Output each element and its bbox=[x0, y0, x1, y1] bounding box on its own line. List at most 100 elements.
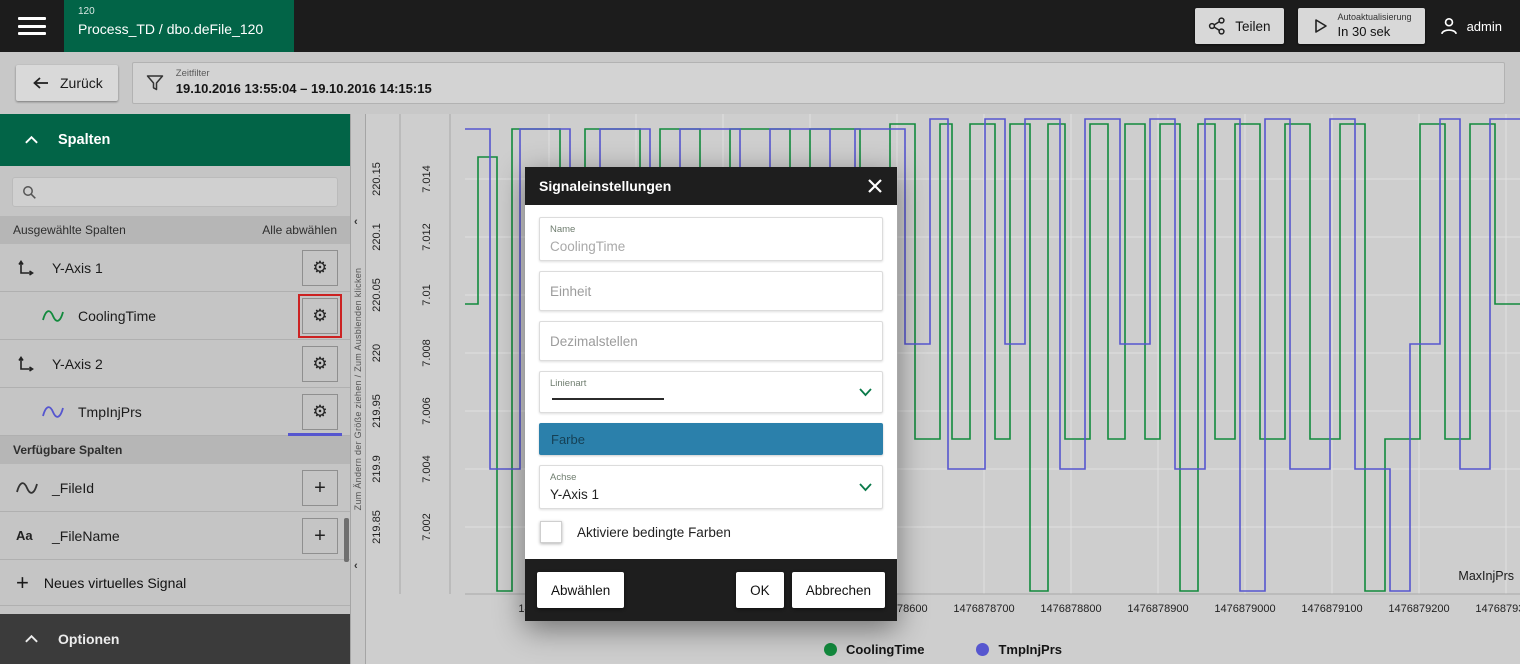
selected-columns-header: Ausgewählte Spalten Alle abwählen bbox=[0, 216, 350, 244]
options-label: Optionen bbox=[58, 631, 119, 647]
sidebar-section-spalten[interactable]: Spalten bbox=[0, 114, 350, 166]
collapse-arrow-icon: ‹ bbox=[354, 560, 358, 572]
y-tick-label: 7.01 bbox=[421, 284, 433, 305]
ok-button[interactable]: OK bbox=[736, 572, 784, 608]
add-fileid-button[interactable]: + bbox=[302, 470, 338, 506]
sidebar-header-label: Spalten bbox=[58, 132, 110, 148]
autorefresh-interval: In 30 sek bbox=[1338, 24, 1391, 40]
signal-wave-icon bbox=[42, 403, 68, 421]
highlight-red-box: ⚙ bbox=[298, 294, 342, 338]
einheit-field bbox=[539, 271, 883, 311]
dezimalstellen-field bbox=[539, 321, 883, 361]
right-axis-label: MaxInjPrs bbox=[1458, 569, 1514, 583]
y-tick-label: 7.008 bbox=[421, 339, 433, 367]
color-field[interactable]: Farbe bbox=[539, 423, 883, 455]
y-tick-label: 7.012 bbox=[421, 223, 433, 251]
deselect-all-link[interactable]: Alle abwählen bbox=[262, 223, 337, 237]
legend-label: CoolingTime bbox=[846, 642, 924, 657]
timefilter-value: 19.10.2016 13:55:04 – 19.10.2016 14:15:1… bbox=[176, 81, 432, 98]
resize-hint-text: Zum Ändern der Größe ziehen / Zum Ausble… bbox=[353, 268, 363, 511]
filter-icon bbox=[145, 73, 165, 93]
legend-item-coolingtime[interactable]: CoolingTime bbox=[824, 642, 924, 657]
line-style-sample bbox=[552, 398, 664, 400]
x-tick-label: 1476878700 bbox=[953, 603, 1014, 615]
y-tick-label: 7.014 bbox=[421, 165, 433, 193]
sidebar-item-coolingtime[interactable]: CoolingTime ⚙ bbox=[0, 292, 350, 340]
bedingte-farben-checkbox[interactable] bbox=[540, 521, 562, 543]
play-icon bbox=[1311, 17, 1329, 35]
linienart-select[interactable]: Linienart bbox=[539, 371, 883, 413]
tab-title: Process_TD / dbo.deFile_120 bbox=[78, 21, 280, 37]
linienart-label: Linienart bbox=[550, 378, 872, 389]
active-tab[interactable]: 120 Process_TD / dbo.deFile_120 bbox=[64, 0, 294, 52]
sidebar-scrollbar-thumb[interactable] bbox=[344, 518, 349, 562]
share-button[interactable]: Teilen bbox=[1195, 8, 1283, 44]
item-label: CoolingTime bbox=[78, 308, 298, 324]
plus-icon: + bbox=[314, 526, 326, 546]
chart-legend: CoolingTime TmpInjPrs bbox=[366, 642, 1520, 657]
signal-settings-dialog: Signaleinstellungen Name CoolingTime Lin… bbox=[525, 167, 897, 621]
tmpinjprs-settings-gear[interactable]: ⚙ bbox=[302, 394, 338, 430]
cancel-button[interactable]: Abbrechen bbox=[792, 572, 885, 608]
text-type-icon: Aa bbox=[16, 528, 42, 543]
legend-item-tmpinjprs[interactable]: TmpInjPrs bbox=[976, 642, 1062, 657]
close-icon[interactable] bbox=[867, 178, 883, 194]
user-menu[interactable]: admin bbox=[1439, 16, 1502, 36]
new-virtual-signal-button[interactable]: + Neues virtuelles Signal bbox=[0, 560, 350, 606]
y-tick-label: 220.05 bbox=[371, 278, 383, 312]
y-tick-label: 7.002 bbox=[421, 513, 433, 541]
x-tick-label: 1476879300 bbox=[1475, 603, 1520, 615]
search-input[interactable] bbox=[43, 185, 329, 200]
coolingtime-settings-gear[interactable]: ⚙ bbox=[302, 298, 338, 334]
y-tick-label: 220.1 bbox=[371, 223, 383, 251]
einheit-input[interactable] bbox=[550, 284, 846, 299]
sidebar-item-tmpinjprs[interactable]: TmpInjPrs ⚙ bbox=[0, 388, 350, 436]
y-tick-label: 219.95 bbox=[371, 394, 383, 428]
legend-label: TmpInjPrs bbox=[998, 642, 1062, 657]
search-row bbox=[0, 166, 350, 216]
achse-label: Achse bbox=[550, 472, 872, 483]
deselect-button[interactable]: Abwählen bbox=[537, 572, 624, 608]
y-tick-label: 220.15 bbox=[371, 162, 383, 196]
menu-icon[interactable] bbox=[18, 13, 46, 40]
topbar: 120 Process_TD / dbo.deFile_120 Teilen A… bbox=[0, 0, 1520, 52]
sidebar-item-fileid[interactable]: _FileId + bbox=[0, 464, 350, 512]
sidebar-item-filename[interactable]: Aa _FileName + bbox=[0, 512, 350, 560]
chevron-up-icon bbox=[24, 135, 39, 145]
sidebar-section-optionen[interactable]: Optionen bbox=[0, 614, 350, 664]
dezimalstellen-input[interactable] bbox=[550, 334, 846, 349]
autorefresh-label: Autoaktualisierung bbox=[1338, 12, 1412, 23]
conditional-colors-row: Aktiviere bedingte Farben bbox=[539, 519, 883, 545]
dialog-title: Signaleinstellungen bbox=[539, 178, 671, 194]
chevron-down-icon bbox=[859, 388, 872, 397]
x-tick-label: 1476878900 bbox=[1127, 603, 1188, 615]
back-button[interactable]: Zurück bbox=[16, 65, 118, 101]
y-tick-label: 7.004 bbox=[421, 455, 433, 483]
x-tick-label: 1476879200 bbox=[1388, 603, 1449, 615]
achse-select[interactable]: Achse Y-Axis 1 bbox=[539, 465, 883, 509]
item-label: Y-Axis 2 bbox=[52, 356, 298, 372]
sidebar-resize-handle[interactable]: ‹ Zum Ändern der Größe ziehen / Zum Ausb… bbox=[350, 114, 366, 664]
share-label: Teilen bbox=[1235, 19, 1270, 34]
add-filename-button[interactable]: + bbox=[302, 518, 338, 554]
item-label: TmpInjPrs bbox=[78, 404, 298, 420]
autorefresh-button[interactable]: Autoaktualisierung In 30 sek bbox=[1298, 8, 1425, 44]
y-axis-1-settings-gear[interactable]: ⚙ bbox=[302, 250, 338, 286]
selected-columns-label: Ausgewählte Spalten bbox=[13, 223, 126, 237]
y-axis-2-settings-gear[interactable]: ⚙ bbox=[302, 346, 338, 382]
signal-wave-icon bbox=[42, 307, 68, 325]
sidebar-item-y-axis-2[interactable]: Y-Axis 2 ⚙ bbox=[0, 340, 350, 388]
legend-dot-green bbox=[824, 643, 837, 656]
search-icon bbox=[21, 184, 37, 200]
user-icon bbox=[1439, 16, 1459, 36]
farbe-label: Farbe bbox=[551, 432, 585, 447]
available-columns-label: Verfügbare Spalten bbox=[13, 443, 122, 457]
item-label: Y-Axis 1 bbox=[52, 260, 298, 276]
timefilter-button[interactable]: Zeitfilter 19.10.2016 13:55:04 – 19.10.2… bbox=[132, 62, 1505, 104]
x-tick-label: 1476878800 bbox=[1040, 603, 1101, 615]
sidebar: Spalten Ausgewählte Spalten Alle abwähle… bbox=[0, 114, 350, 664]
sidebar-item-y-axis-1[interactable]: Y-Axis 1 ⚙ bbox=[0, 244, 350, 292]
achse-value: Y-Axis 1 bbox=[550, 487, 872, 502]
subbar: Zurück Zeitfilter 19.10.2016 13:55:04 – … bbox=[0, 52, 1520, 114]
name-field: Name CoolingTime bbox=[539, 217, 883, 261]
